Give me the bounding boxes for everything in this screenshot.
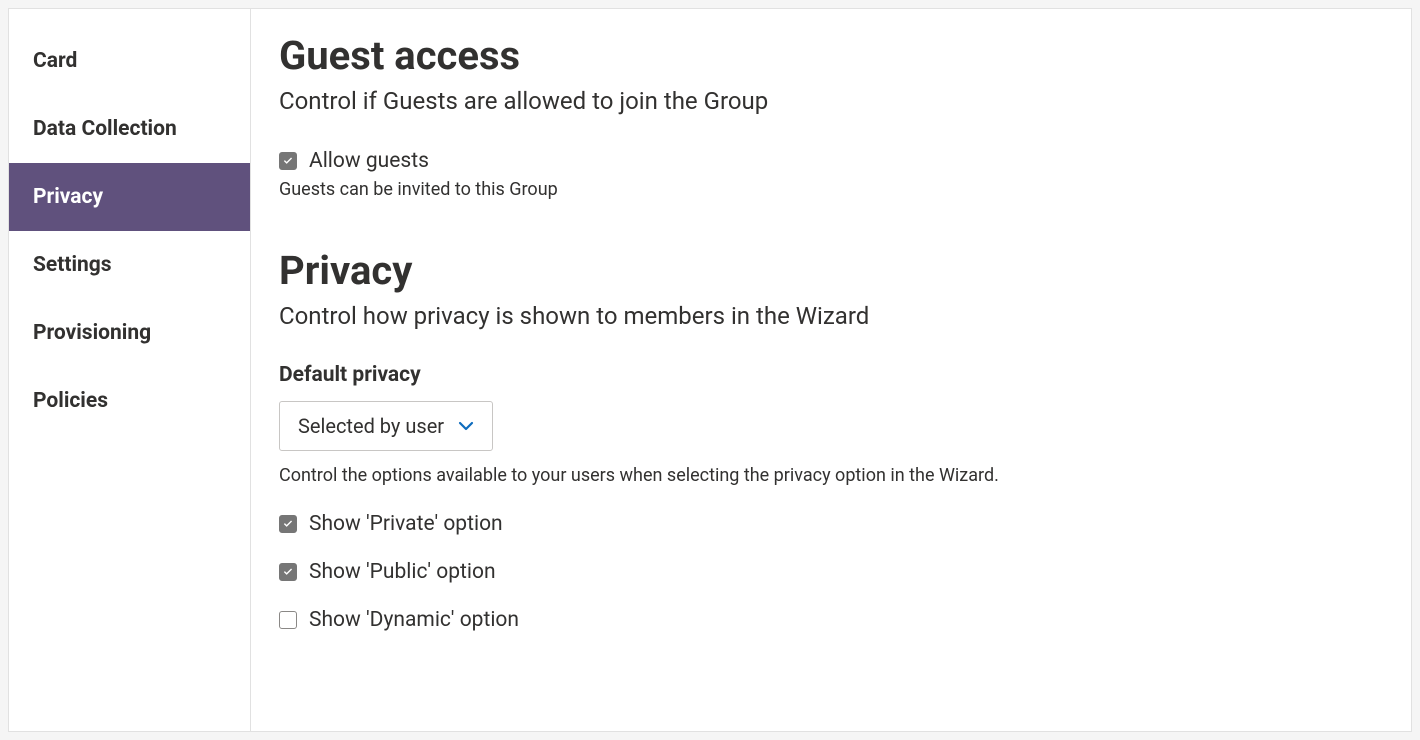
show-public-row: Show 'Public' option: [279, 560, 1379, 584]
sidebar-item-card[interactable]: Card: [9, 27, 250, 95]
default-privacy-value: Selected by user: [298, 414, 444, 438]
privacy-subtitle: Control how privacy is shown to members …: [279, 300, 1379, 334]
show-private-checkbox[interactable]: [279, 515, 297, 533]
sidebar-item-settings[interactable]: Settings: [9, 231, 250, 299]
sidebar-item-policies[interactable]: Policies: [9, 367, 250, 435]
chevron-down-icon: [458, 418, 474, 434]
show-public-label[interactable]: Show 'Public' option: [309, 560, 496, 584]
app-frame: Card Data Collection Privacy Settings Pr…: [8, 8, 1412, 732]
guest-access-subtitle: Control if Guests are allowed to join th…: [279, 85, 1379, 119]
privacy-options-helper: Control the options available to your us…: [279, 465, 1379, 486]
show-dynamic-checkbox[interactable]: [279, 611, 297, 629]
show-private-label[interactable]: Show 'Private' option: [309, 512, 503, 536]
allow-guests-checkbox[interactable]: [279, 152, 297, 170]
show-dynamic-row: Show 'Dynamic' option: [279, 608, 1379, 632]
default-privacy-label: Default privacy: [279, 363, 1379, 387]
section-privacy: Privacy Control how privacy is shown to …: [279, 248, 1379, 633]
check-icon: [282, 155, 294, 167]
guest-access-title: Guest access: [279, 33, 1379, 79]
check-icon: [282, 518, 294, 530]
show-dynamic-label[interactable]: Show 'Dynamic' option: [309, 608, 519, 632]
allow-guests-label[interactable]: Allow guests: [309, 149, 429, 173]
sidebar: Card Data Collection Privacy Settings Pr…: [9, 9, 251, 731]
allow-guests-helper: Guests can be invited to this Group: [279, 179, 1379, 200]
default-privacy-select[interactable]: Selected by user: [279, 401, 493, 451]
sidebar-item-provisioning[interactable]: Provisioning: [9, 299, 250, 367]
show-private-row: Show 'Private' option: [279, 512, 1379, 536]
sidebar-item-data-collection[interactable]: Data Collection: [9, 95, 250, 163]
section-guest-access: Guest access Control if Guests are allow…: [279, 33, 1379, 200]
content-panel: Guest access Control if Guests are allow…: [251, 9, 1411, 731]
allow-guests-row: Allow guests: [279, 149, 1379, 173]
privacy-title: Privacy: [279, 248, 1379, 294]
sidebar-item-privacy[interactable]: Privacy: [9, 163, 250, 231]
check-icon: [282, 566, 294, 578]
show-public-checkbox[interactable]: [279, 563, 297, 581]
